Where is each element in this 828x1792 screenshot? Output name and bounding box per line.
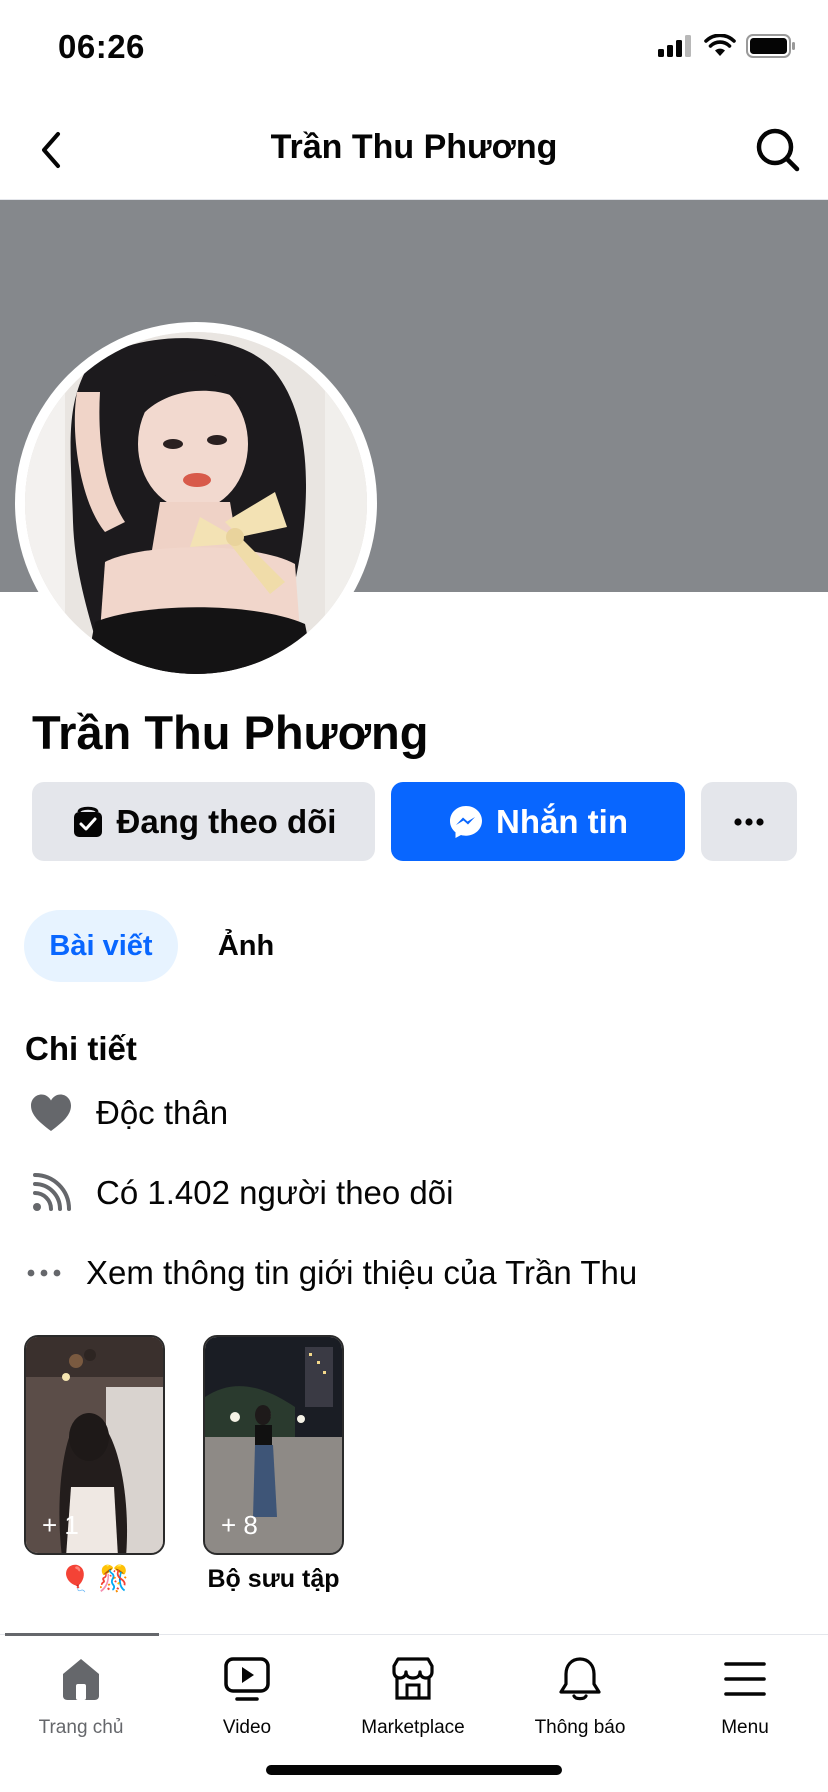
detail-see-about[interactable]: Xem thông tin giới thiệu của Trần Thu — [24, 1250, 637, 1296]
status-bar: 06:26 — [0, 0, 828, 100]
home-indicator — [266, 1765, 562, 1775]
message-button-label: Nhắn tin — [496, 802, 628, 840]
video-icon — [221, 1653, 273, 1705]
battery-icon — [746, 34, 795, 58]
more-horizontal-icon — [734, 817, 764, 826]
tab-home-label: Trang chủ — [38, 1717, 124, 1738]
highlight-count: + 8 — [221, 1510, 258, 1540]
highlight-thumbnail: + 8 — [203, 1335, 344, 1555]
detail-followers-text: Có 1.402 người theo dõi — [96, 1174, 454, 1211]
more-options-button[interactable] — [701, 782, 797, 861]
highlight-label: Bộ sưu tập — [207, 1565, 340, 1593]
more-dots-icon — [24, 1250, 64, 1296]
rss-feed-icon — [28, 1170, 74, 1216]
search-button[interactable] — [752, 124, 804, 176]
details-title: Chi tiết — [25, 1030, 137, 1067]
message-button[interactable]: Nhắn tin — [391, 782, 685, 861]
tab-posts[interactable]: Bài viết — [24, 910, 178, 982]
heart-icon — [28, 1090, 74, 1136]
bell-icon — [554, 1653, 606, 1705]
tab-notifications-label: Thông báo — [534, 1717, 626, 1738]
highlight-label: 🎈 🎊 — [59, 1565, 130, 1593]
avatar-photo — [25, 332, 367, 674]
tab-photos[interactable]: Ảnh — [196, 910, 296, 982]
nav-title: Trần Thu Phương — [270, 128, 558, 166]
tab-menu-label: Menu — [721, 1717, 769, 1738]
following-button-label: Đang theo dõi — [116, 802, 337, 840]
profile-avatar[interactable] — [25, 332, 367, 674]
tab-video[interactable]: Video — [172, 1653, 322, 1739]
wifi-icon — [704, 34, 736, 56]
menu-icon — [719, 1653, 771, 1705]
status-icons — [658, 34, 796, 58]
tab-video-label: Video — [222, 1717, 272, 1738]
home-icon — [55, 1653, 107, 1705]
messenger-icon — [450, 805, 482, 838]
status-time: 06:26 — [58, 28, 145, 65]
tab-notifications[interactable]: Thông báo — [505, 1653, 655, 1739]
tab-menu[interactable]: Menu — [670, 1653, 820, 1739]
following-button[interactable]: Đang theo dõi — [32, 782, 375, 861]
active-tab-indicator — [5, 1633, 159, 1636]
follow-check-icon — [73, 806, 102, 837]
detail-relationship: Độc thân — [28, 1090, 228, 1136]
highlight-count: + 1 — [42, 1510, 79, 1540]
signal-icon — [658, 35, 691, 57]
search-icon — [756, 128, 800, 172]
tab-marketplace-label: Marketplace — [361, 1717, 465, 1738]
detail-see-about-text: Xem thông tin giới thiệu của Trần Thu — [86, 1254, 638, 1291]
profile-name: Trần Thu Phương — [32, 706, 429, 759]
highlight-item[interactable]: + 1 🎈 🎊 — [24, 1335, 165, 1594]
top-nav-bar: Trần Thu Phương — [0, 100, 828, 200]
tab-marketplace[interactable]: Marketplace — [338, 1653, 488, 1739]
detail-relationship-text: Độc thân — [96, 1094, 229, 1131]
tab-home[interactable]: Trang chủ — [6, 1653, 156, 1739]
detail-followers[interactable]: Có 1.402 người theo dõi — [28, 1170, 453, 1216]
highlight-item[interactable]: + 8 Bộ sưu tập — [203, 1335, 344, 1594]
marketplace-icon — [387, 1653, 439, 1705]
highlight-thumbnail: + 1 — [24, 1335, 165, 1555]
